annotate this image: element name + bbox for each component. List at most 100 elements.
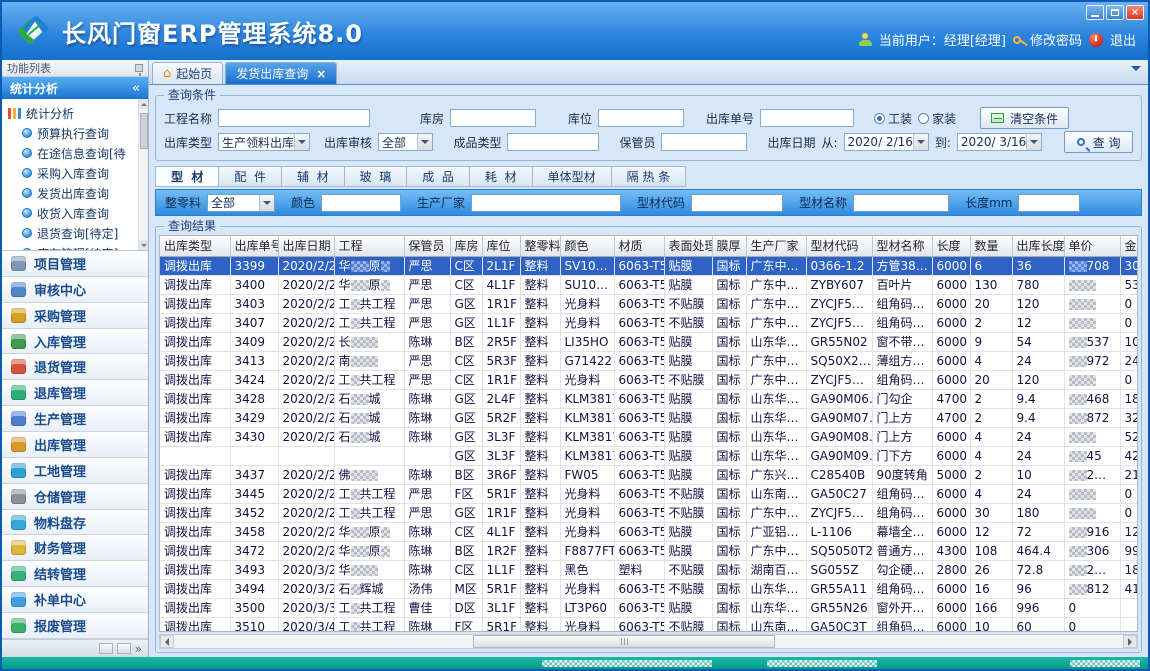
table-row[interactable]: 调拨出库35102020/3/4工共工程陈琳F区5R1F整料光身料6063-T5… <box>160 617 1138 632</box>
table-row[interactable]: 调拨出库34032020/2/25工共工程严思G区1R1F整料光身料6063-T… <box>160 294 1138 313</box>
column-header[interactable]: 材质 <box>614 236 664 256</box>
sidebar-menu-item[interactable]: 结转管理 <box>2 561 148 587</box>
column-header[interactable]: 长度 <box>932 236 970 256</box>
tree-item[interactable]: 在途信息查询[待 <box>8 143 136 163</box>
tree-item[interactable]: 退货查询[待定] <box>8 223 136 243</box>
table-row[interactable]: 调拨出库34582020/2/28华原陈琳C区4L1F整料光身料6063-T5贴… <box>160 522 1138 541</box>
tree-scrollbar-thumb[interactable] <box>140 113 148 149</box>
maximize-button[interactable] <box>1106 5 1124 20</box>
profile-name-input[interactable] <box>853 194 949 212</box>
sidebar-menu-item[interactable]: 生产管理 <box>2 406 148 432</box>
order-no-input[interactable] <box>760 109 854 127</box>
table-row[interactable]: 调拨出库34282020/2/26石城陈琳G区2L4F整料KLM38176063… <box>160 389 1138 408</box>
table-row[interactable]: 调拨出库34132020/2/26南严思C区5R3F整料G714226063-T… <box>160 351 1138 370</box>
material-tab[interactable]: 单体型材 <box>533 166 612 187</box>
date-to-picker[interactable]: 2020/ 3/16 <box>957 133 1042 151</box>
column-header[interactable]: 生产厂家 <box>746 236 806 256</box>
material-tab[interactable]: 辅 材 <box>282 166 345 187</box>
sidebar-menu-item[interactable]: 入库管理 <box>2 329 148 355</box>
sidebar-menu-item[interactable]: 退库管理 <box>2 380 148 406</box>
column-header[interactable]: 颜色 <box>560 236 614 256</box>
column-header[interactable]: 表面处理 <box>664 236 712 256</box>
query-button[interactable]: 查 询 <box>1064 131 1133 153</box>
radio-home-decor[interactable]: 家装 <box>918 110 956 127</box>
scroll-up-icon[interactable] <box>139 99 148 109</box>
sidebar-section-stats[interactable]: 统计分析 « <box>2 77 148 99</box>
sidebar-menu-item[interactable]: 项目管理 <box>2 251 148 277</box>
column-header[interactable]: 保管员 <box>404 236 450 256</box>
close-button[interactable]: × <box>1126 5 1144 20</box>
location-input[interactable] <box>598 109 684 127</box>
pin-icon[interactable] <box>135 64 143 72</box>
table-row[interactable]: 调拨出库34372020/2/27佛陈琳B区3R6F整料FW056063-T5贴… <box>160 465 1138 484</box>
maker-input[interactable] <box>471 194 621 212</box>
column-header[interactable]: 工程 <box>334 236 404 256</box>
horizontal-scrollbar[interactable] <box>159 634 1138 649</box>
table-row[interactable]: 调拨出库35002020/3/3工共工程曹佳D区3L1F整料LT3P606063… <box>160 598 1138 617</box>
tab-active-query[interactable]: 发货出库查询× <box>225 62 337 84</box>
sidebar-menu-item[interactable]: 财务管理 <box>2 535 148 561</box>
scroll-right-icon[interactable] <box>1123 635 1137 648</box>
profile-code-input[interactable] <box>691 194 783 212</box>
tab-home[interactable]: ⌂起始页 <box>152 62 223 84</box>
sidebar-menu-item[interactable]: 退货管理 <box>2 354 148 380</box>
keeper-input[interactable] <box>661 133 747 151</box>
tree-item[interactable]: 预算执行查询 <box>8 123 136 143</box>
column-header[interactable]: 出库单号 <box>230 236 278 256</box>
project-name-input[interactable] <box>218 109 370 127</box>
column-header[interactable]: 库位 <box>482 236 520 256</box>
color-input[interactable] <box>321 194 401 212</box>
sidebar-menu-item[interactable]: 出库管理 <box>2 432 148 458</box>
table-row[interactable]: 调拨出库34522020/2/28工共工程严思G区1R1F整料光身料6063-T… <box>160 503 1138 522</box>
product-type-input[interactable] <box>507 133 599 151</box>
column-header[interactable]: 膜厚 <box>712 236 746 256</box>
tree-item[interactable]: 采购入库查询 <box>8 163 136 183</box>
table-row[interactable]: G区3L3F整料KLM38176063-T5贴膜国标山东华…GA90M09…门下… <box>160 446 1138 465</box>
sidebar-menu-item[interactable]: 物料盘存 <box>2 510 148 536</box>
table-row[interactable]: 调拨出库34932020/3/2华陈琳C区1L1F整料黑色塑料不贴膜国标湖南百…… <box>160 560 1138 579</box>
table-row[interactable]: 调拨出库34242020/2/26工共工程严思C区1R1F整料光身料6063-T… <box>160 370 1138 389</box>
scrollbar-thumb[interactable] <box>473 635 776 648</box>
tree-item[interactable]: 发货出库查询 <box>8 183 136 203</box>
sidebar-menu-item[interactable]: 补单中心 <box>2 587 148 613</box>
scroll-down-icon[interactable] <box>139 240 148 250</box>
whole-part-select[interactable]: 全部 <box>207 194 275 212</box>
material-tab[interactable]: 耗 材 <box>470 166 533 187</box>
clear-conditions-button[interactable]: 清空条件 <box>980 107 1069 129</box>
table-row[interactable]: 调拨出库34722020/2/28华原陈琳B区1R2F整料F8877FT6063… <box>160 541 1138 560</box>
table-row[interactable]: 调拨出库34942020/3/2石辉城汤伟M区5R1F整料光身料6063-T5不… <box>160 579 1138 598</box>
change-password-link[interactable]: 修改密码 <box>1030 30 1082 49</box>
column-header[interactable]: 整零料 <box>520 236 560 256</box>
sidebar-menu-item[interactable]: 报废管理 <box>2 613 148 639</box>
column-header[interactable]: 型材名称 <box>872 236 932 256</box>
tree-item[interactable]: 库存管理[待定] <box>8 243 136 251</box>
column-header[interactable]: 库房 <box>450 236 482 256</box>
table-row[interactable]: 调拨出库34302020/2/26石城陈琳G区3L3F整料KLM38176063… <box>160 427 1138 446</box>
tree-root[interactable]: 统计分析 <box>8 103 136 123</box>
panel-list-icon[interactable] <box>99 643 113 654</box>
scroll-left-icon[interactable] <box>160 635 174 648</box>
table-row[interactable]: 调拨出库33992020/2/25华原严思C区2L1F整料SV10…6063-T… <box>160 256 1138 275</box>
table-row[interactable]: 调拨出库34072020/2/25工共工程严思G区1L1F整料光身料6063-T… <box>160 313 1138 332</box>
column-header[interactable]: 出库类型 <box>160 236 230 256</box>
material-tab[interactable]: 隔 热 条 <box>612 166 687 187</box>
logout-link[interactable]: 退出 <box>1110 30 1136 49</box>
column-header[interactable]: 型材代码 <box>806 236 872 256</box>
sidebar-menu-item[interactable]: 采购管理 <box>2 303 148 329</box>
table-row[interactable]: 调拨出库34092020/2/25长陈琳B区2R5F整料LI35HO6063-T… <box>160 332 1138 351</box>
sidebar-menu-item[interactable]: 工地管理 <box>2 458 148 484</box>
material-tab[interactable]: 型 材 <box>155 166 219 187</box>
date-from-picker[interactable]: 2020/ 2/16 <box>844 133 929 151</box>
more-panels-button[interactable]: » <box>135 642 142 656</box>
column-header[interactable]: 金 <box>1120 236 1138 256</box>
radio-work-clothes[interactable]: 工装 <box>874 110 912 127</box>
table-row[interactable]: 调拨出库34002020/2/25华原严思C区4L1F整料SU10…6063-T… <box>160 275 1138 294</box>
length-input[interactable] <box>1018 194 1080 212</box>
panel-monitor-icon[interactable] <box>117 643 131 654</box>
column-header[interactable]: 出库日期 <box>278 236 334 256</box>
tree-scrollbar[interactable] <box>138 99 148 250</box>
material-tab[interactable]: 成 品 <box>407 166 470 187</box>
column-header[interactable]: 数量 <box>970 236 1012 256</box>
audit-select[interactable]: 全部 <box>378 133 433 151</box>
tree-item[interactable]: 收货入库查询 <box>8 203 136 223</box>
